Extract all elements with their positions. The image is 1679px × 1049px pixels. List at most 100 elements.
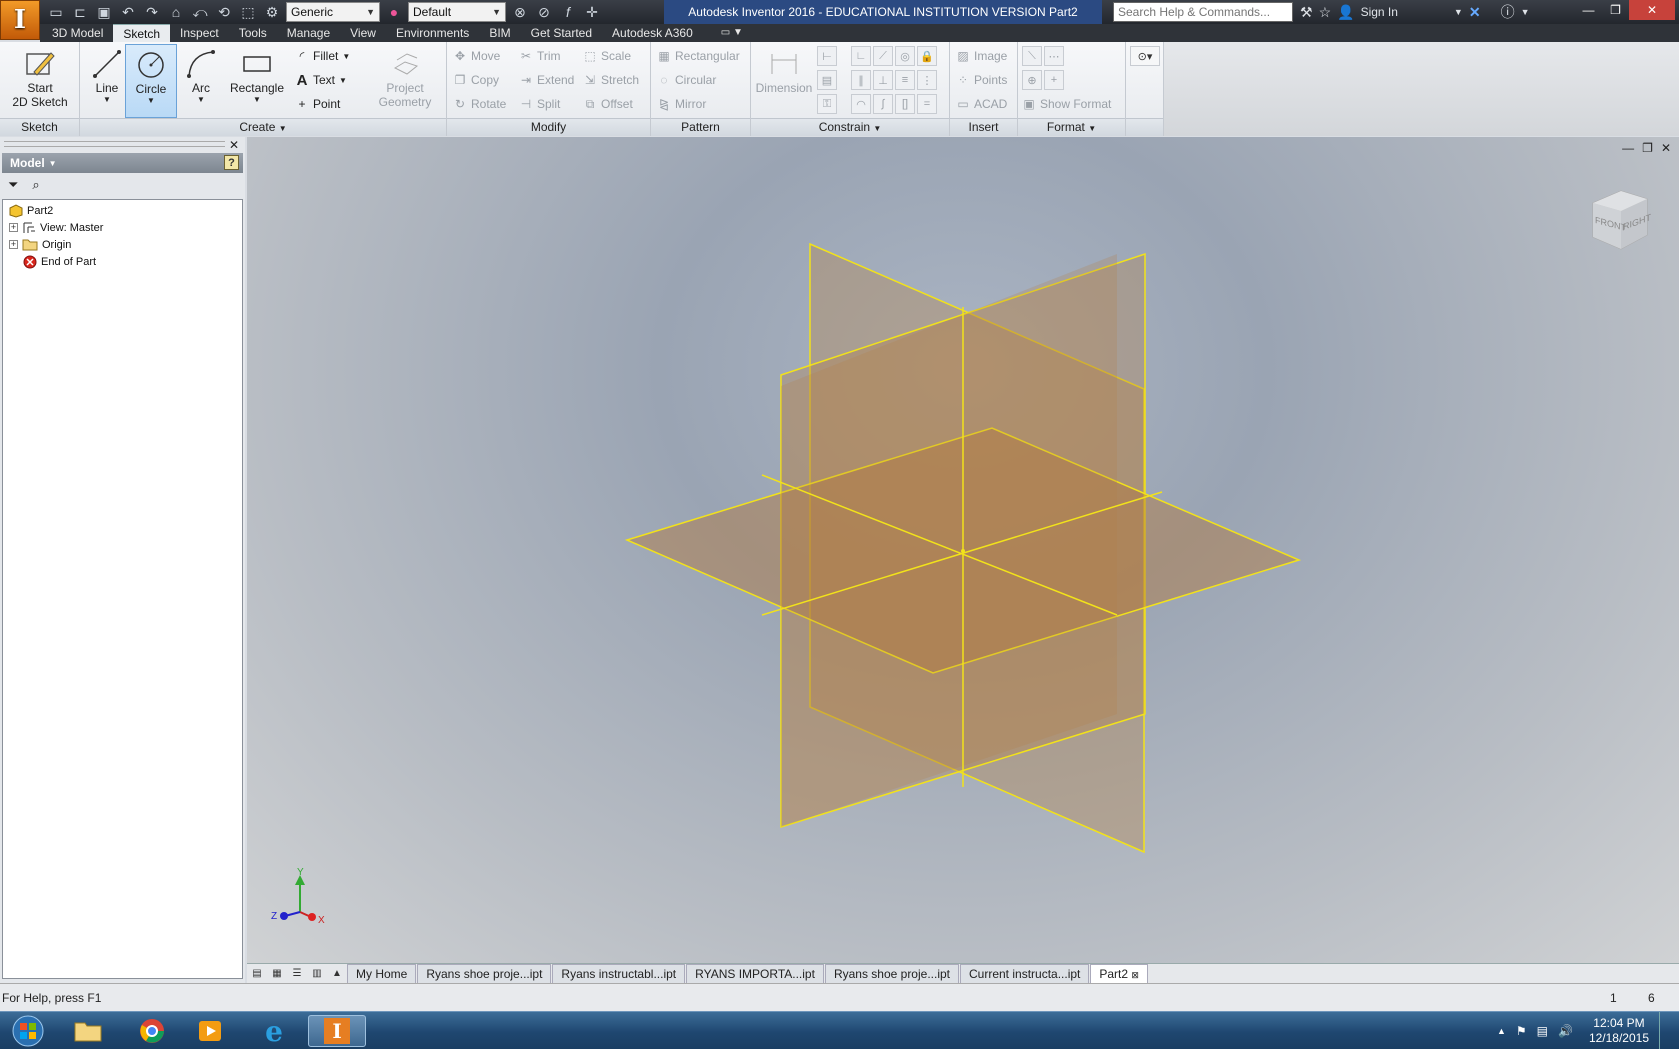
symmetric-icon[interactable]: [] — [895, 94, 915, 114]
smooth-icon[interactable]: ∫ — [873, 94, 893, 114]
constraint-auto-icon[interactable]: ⊢ — [817, 46, 837, 66]
search-input[interactable] — [1113, 2, 1293, 22]
tab-inspect[interactable]: Inspect — [170, 24, 229, 42]
material-combo[interactable]: Generic ▼ — [286, 2, 380, 22]
rectangle-button[interactable]: Rectangle ▼ — [224, 44, 290, 118]
scale-button[interactable]: ⬚ Scale — [583, 46, 631, 66]
point-button[interactable]: + Point — [295, 94, 340, 114]
tab-sketch[interactable]: Sketch — [113, 24, 171, 42]
tab-tools[interactable]: Tools — [229, 24, 277, 42]
browser-header[interactable]: Model ▼? — [2, 153, 243, 173]
show-desktop-button[interactable] — [1659, 1012, 1671, 1049]
tab-autodesk-a360[interactable]: Autodesk A360 — [602, 24, 703, 42]
circle-button[interactable]: Circle ▼ — [125, 44, 177, 118]
insert-points-button[interactable]: ⁘ Points — [956, 70, 1007, 90]
construction-icon[interactable]: ⟍ — [1022, 46, 1042, 66]
rectangular-pattern-button[interactable]: ▦ Rectangular — [657, 46, 739, 66]
binoculars-icon[interactable]: ⌕ — [32, 177, 39, 193]
open-folder-icon[interactable]: ⊏ — [70, 2, 90, 22]
help-icon[interactable]: ⓘ — [1501, 2, 1515, 22]
parallel-icon[interactable]: ∥ — [851, 70, 871, 90]
tab-3d-model[interactable]: 3D Model — [42, 24, 113, 42]
center-point-icon[interactable]: ⊕ — [1022, 70, 1042, 90]
clock[interactable]: 12:04 PM 12/18/2015 — [1589, 1016, 1649, 1046]
appearance-combo[interactable]: Default ▼ — [408, 2, 506, 22]
coincident-icon[interactable]: ∟ — [851, 46, 871, 66]
driven-dimension-icon[interactable]: + — [1044, 70, 1064, 90]
ribbon-options-icon[interactable]: ▭ ▼ — [711, 24, 753, 42]
volume-icon[interactable]: 🔊 — [1558, 1024, 1573, 1038]
project-geometry-button[interactable]: Project Geometry — [370, 44, 440, 118]
equal-icon[interactable]: = — [917, 94, 937, 114]
clear-override-icon[interactable]: ⊗ — [510, 2, 530, 22]
constraint-settings-icon[interactable]: ▤ — [817, 70, 837, 90]
network-icon[interactable]: ▤ — [1537, 1024, 1548, 1038]
chevron-down-icon[interactable]: ▼ — [1521, 7, 1530, 17]
copy-button[interactable]: ❐ Copy — [453, 70, 499, 90]
function-icon[interactable]: f — [558, 2, 578, 22]
trim-button[interactable]: ✂ Trim — [519, 46, 561, 66]
home-icon[interactable]: ⌂ — [166, 2, 186, 22]
help-icon[interactable]: ? — [224, 155, 239, 170]
color-wheel-icon[interactable]: ● — [384, 2, 404, 22]
split-button[interactable]: ⊣ Split — [519, 94, 561, 114]
tab-manage[interactable]: Manage — [277, 24, 340, 42]
inventor-taskbar-icon[interactable]: I — [308, 1015, 366, 1047]
tile-vertical-icon[interactable]: ▥ — [307, 965, 327, 983]
mirror-button[interactable]: ⧎ Mirror — [657, 94, 706, 114]
browser-close-icon[interactable]: ✕ — [229, 138, 239, 152]
offset-button[interactable]: ⧉ Offset — [583, 94, 633, 114]
close-icon[interactable]: ✕ — [1629, 0, 1675, 20]
doc-tab-ryans-shoe-2[interactable]: Ryans shoe proje...ipt — [824, 964, 959, 983]
line-button[interactable]: Line ▼ — [86, 44, 128, 118]
panel-label-constrain[interactable]: Constrain ▼ — [751, 118, 949, 136]
panel-label-format[interactable]: Format ▼ — [1018, 118, 1125, 136]
horizontal-icon[interactable]: ≡ — [895, 70, 915, 90]
return-icon[interactable]: ⤺ — [190, 2, 210, 22]
stretch-button[interactable]: ⇲ Stretch — [583, 70, 639, 90]
tile-icon[interactable]: ▦ — [267, 965, 287, 983]
tile-horizontal-icon[interactable]: ☰ — [287, 965, 307, 983]
doc-tab-ryans-shoe-1[interactable]: Ryans shoe proje...ipt — [417, 964, 552, 983]
show-hidden-icons-icon[interactable]: ▲ — [1497, 1026, 1506, 1036]
expand-icon[interactable]: + — [9, 240, 18, 249]
tree-node-view[interactable]: + View: Master — [9, 219, 103, 236]
show-format-button[interactable]: ▣ Show Format — [1022, 94, 1111, 114]
center-point[interactable] — [961, 549, 965, 553]
maximize-icon[interactable]: ❐ — [1602, 0, 1629, 20]
perpendicular-icon[interactable]: ⊥ — [873, 70, 893, 90]
select-icon[interactable]: ⬚ — [238, 2, 258, 22]
dimension-button[interactable]: Dimension — [753, 44, 815, 118]
arc-button[interactable]: Arc ▼ — [180, 44, 222, 118]
minimize-icon[interactable]: — — [1575, 0, 1602, 20]
start-button[interactable] — [2, 1015, 54, 1047]
vertical-icon[interactable]: ⋮ — [917, 70, 937, 90]
application-menu-button[interactable]: I — [0, 0, 40, 40]
new-file-icon[interactable]: ▭ — [46, 2, 66, 22]
doc-tab-my-home[interactable]: My Home — [347, 964, 417, 983]
insert-image-button[interactable]: ▨ Image — [956, 46, 1007, 66]
fillet-button[interactable]: ◜ Fillet ▼ — [295, 46, 351, 66]
sign-in-link[interactable]: Sign In — [1361, 5, 1398, 19]
settings-icon[interactable]: ⚙ — [262, 2, 282, 22]
tab-view[interactable]: View — [340, 24, 386, 42]
filter-icon[interactable]: ⏷ — [8, 177, 18, 193]
concentric-icon[interactable]: ◎ — [895, 46, 915, 66]
tree-node-end-of-part[interactable]: End of Part — [23, 253, 96, 270]
viewcube[interactable]: FRONT RIGHT — [1585, 185, 1655, 255]
media-player-icon[interactable] — [186, 1015, 234, 1047]
tab-bim[interactable]: BIM — [479, 24, 520, 42]
save-icon[interactable]: ▣ — [94, 2, 114, 22]
circular-pattern-button[interactable]: ◌ Circular — [657, 70, 716, 90]
chrome-icon[interactable] — [128, 1015, 176, 1047]
redo-icon[interactable]: ↷ — [142, 2, 162, 22]
search-tools-icon[interactable]: ⚒ — [1300, 4, 1313, 21]
expand-icon[interactable]: + — [9, 223, 18, 232]
constraint-relax-icon[interactable]: ⚿ — [817, 94, 837, 114]
doc-tab-part2[interactable]: Part2 ⊠ — [1090, 964, 1148, 983]
graphics-viewport[interactable]: — ❐ ✕ FRONT RIGHT Y X Z — [247, 137, 1679, 963]
fix-icon[interactable]: 🔒 — [917, 46, 937, 66]
adjust-icon[interactable]: ⊘ — [534, 2, 554, 22]
tangent-icon[interactable]: ◠ — [851, 94, 871, 114]
star-icon[interactable]: ☆ — [1319, 4, 1332, 21]
